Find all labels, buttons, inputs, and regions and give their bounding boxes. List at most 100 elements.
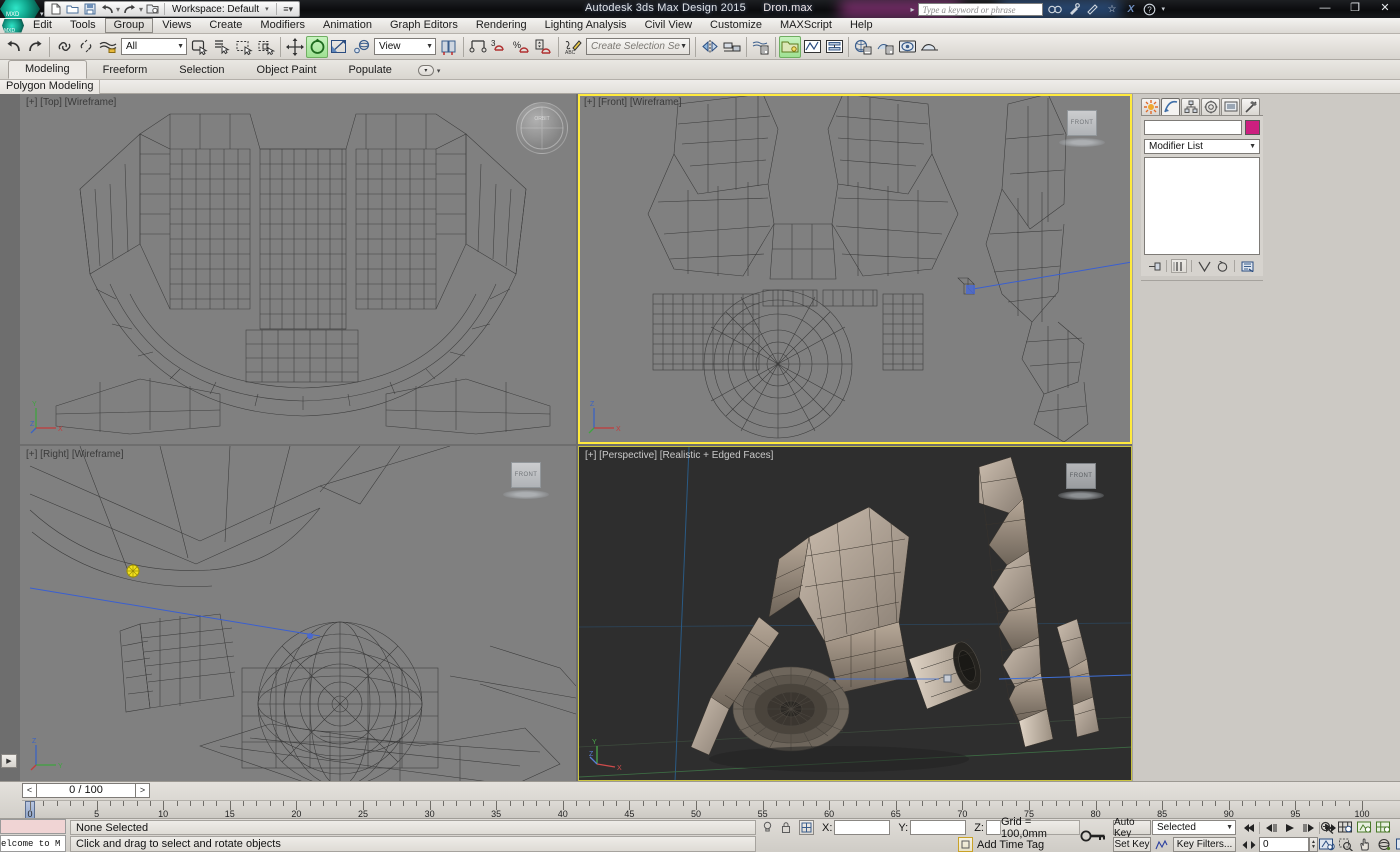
maximize-viewport-toggle-icon[interactable]	[1394, 837, 1400, 852]
search-icon[interactable]	[1047, 2, 1062, 16]
customize-qat-icon[interactable]: ≡▾	[281, 2, 296, 16]
undo-button[interactable]	[2, 36, 24, 58]
expand-left-panel-button[interactable]: ▶	[1, 754, 17, 768]
select-by-name-button[interactable]	[211, 36, 233, 58]
workspace-selector[interactable]: Workspace: Default ▾	[169, 2, 272, 16]
viewcube-perspective-face-label[interactable]: FRONT	[1066, 463, 1096, 489]
modifier-list-dropdown[interactable]: Modifier List ▼	[1144, 139, 1260, 154]
menu-item-maxscript[interactable]: MAXScript	[771, 18, 841, 33]
save-icon[interactable]	[82, 2, 97, 16]
show-end-result-icon[interactable]	[1171, 259, 1187, 273]
curve-editor-button[interactable]	[801, 36, 823, 58]
unlink-selection-button[interactable]	[75, 36, 97, 58]
zoom-icon[interactable]	[1318, 820, 1335, 835]
key-filters-button[interactable]: Key Filters...	[1173, 837, 1236, 852]
auto-key-button[interactable]: Auto Key	[1113, 820, 1151, 835]
create-tab[interactable]	[1141, 98, 1160, 115]
maxscript-output-line[interactable]: elcome to M	[0, 835, 66, 852]
set-key-filters-toggle-icon[interactable]	[1153, 837, 1169, 852]
communication-center-icon[interactable]	[1085, 2, 1100, 16]
hierarchy-tab[interactable]	[1181, 98, 1200, 115]
selected-helper-gizmo-icon[interactable]	[125, 563, 141, 579]
motion-tab[interactable]	[1201, 98, 1220, 115]
close-button[interactable]: ✕	[1374, 1, 1396, 14]
redo-button[interactable]	[24, 36, 46, 58]
modify-tab[interactable]	[1161, 98, 1180, 115]
select-and-manipulate-button[interactable]	[438, 36, 460, 58]
menu-item-views[interactable]: Views	[153, 18, 200, 33]
render-setup-button[interactable]	[874, 36, 896, 58]
menu-item-lighting-analysis[interactable]: Lighting Analysis	[536, 18, 636, 33]
key-mode-selection-combo[interactable]: Selected ▼	[1152, 820, 1236, 835]
isolate-selection-icon[interactable]	[762, 821, 773, 834]
current-frame-display[interactable]: 0 / 100	[37, 784, 135, 797]
x-coord-input[interactable]	[834, 820, 890, 835]
redo-dropdown-icon[interactable]: ▾	[139, 5, 143, 14]
help-chevron-down-icon[interactable]: ▾	[1161, 5, 1165, 13]
viewport-right[interactable]: [+] [Right] [Wireframe]	[20, 446, 576, 781]
snaps-toggle-button[interactable]	[467, 36, 489, 58]
align-button[interactable]	[721, 36, 743, 58]
absolute-relative-transform-toggle-icon[interactable]	[799, 820, 814, 835]
pan-view-icon[interactable]	[1356, 837, 1373, 852]
reference-coordinate-system-combo[interactable]: View ▼	[374, 38, 436, 55]
current-frame-input[interactable]: 0	[1259, 837, 1309, 852]
named-selection-chevron-down-icon[interactable]: ▼	[680, 43, 687, 50]
key-mode-toggle-icon[interactable]	[1078, 820, 1108, 852]
layer-explorer-button[interactable]	[779, 36, 801, 58]
ribbon-tab-populate[interactable]: Populate	[332, 62, 407, 79]
previous-frame-icon[interactable]	[1262, 820, 1279, 835]
viewcube-perspective[interactable]: FRONT	[1057, 463, 1105, 505]
subscription-icon[interactable]	[1066, 2, 1081, 16]
bind-to-space-warp-button[interactable]	[97, 36, 119, 58]
select-and-move-button[interactable]	[284, 36, 306, 58]
viewcube-compass-ring[interactable]	[1059, 138, 1105, 147]
viewcube-face-label[interactable]: FRONT	[1067, 110, 1097, 136]
menu-item-rendering[interactable]: Rendering	[467, 18, 536, 33]
named-selection-set-combo[interactable]: Create Selection Se ▼	[586, 38, 690, 55]
object-name-field[interactable]	[1144, 120, 1242, 135]
zoom-extents-all-icon[interactable]	[1375, 820, 1392, 835]
display-tab[interactable]	[1221, 98, 1240, 115]
frame-navigator[interactable]: < 0 / 100 >	[22, 783, 150, 798]
ribbon-minimize-button[interactable]: ▾	[418, 65, 434, 76]
selection-filter-combo[interactable]: All ▼	[121, 38, 187, 55]
utilities-tab[interactable]	[1241, 98, 1260, 115]
modifier-list-chevron-down-icon[interactable]: ▼	[1249, 143, 1256, 150]
search-input[interactable]: Type a keyword or phrase	[918, 3, 1043, 16]
ribbon-tab-freeform[interactable]: Freeform	[87, 62, 164, 79]
previous-frame-button[interactable]: <	[23, 784, 37, 797]
set-key-button[interactable]: Set Key	[1113, 837, 1151, 852]
viewport-front[interactable]: [+] [Front] [Wireframe]	[578, 94, 1132, 444]
menu-item-animation[interactable]: Animation	[314, 18, 381, 33]
coordinate-system-chevron-down-icon[interactable]: ▼	[426, 43, 433, 50]
viewcube-perspective-compass-ring[interactable]	[1058, 491, 1104, 500]
orbit-icon[interactable]	[1375, 837, 1392, 852]
viewcube-right[interactable]: FRONT	[502, 462, 550, 504]
viewcube-right-compass-ring[interactable]	[503, 490, 549, 499]
remove-modifier-icon[interactable]	[1214, 259, 1230, 273]
next-frame-icon[interactable]	[1300, 820, 1317, 835]
select-and-rotate-button[interactable]	[306, 36, 328, 58]
next-frame-button[interactable]: >	[135, 784, 149, 797]
render-production-button[interactable]	[918, 36, 940, 58]
spinner-snap-toggle-button[interactable]	[533, 36, 555, 58]
ribbon-panel-polygon-modeling[interactable]: Polygon Modeling	[0, 80, 100, 94]
zoom-extents-icon[interactable]	[1356, 820, 1373, 835]
selection-lock-icon[interactable]	[781, 821, 791, 834]
steering-wheel-icon[interactable]: ORBIT	[516, 102, 568, 154]
redo-icon[interactable]	[122, 2, 137, 16]
modifier-stack-list[interactable]	[1144, 157, 1260, 255]
undo-icon[interactable]	[99, 2, 114, 16]
menu-item-modifiers[interactable]: Modifiers	[251, 18, 314, 33]
play-animation-icon[interactable]	[1281, 820, 1298, 835]
exchange-icon[interactable]: X	[1123, 2, 1138, 16]
viewport-top-label[interactable]: [+] [Top] [Wireframe]	[26, 97, 116, 108]
menu-item-graph-editors[interactable]: Graph Editors	[381, 18, 467, 33]
material-editor-button[interactable]	[852, 36, 874, 58]
viewport-perspective-label[interactable]: [+] [Perspective] [Realistic + Edged Fac…	[585, 450, 773, 461]
workspace-chevron-down-icon[interactable]: ▾	[265, 5, 269, 13]
window-crossing-toggle-button[interactable]	[255, 36, 277, 58]
timeline-ruler[interactable]: 0510152025303540455055606570758085909510…	[22, 800, 1400, 819]
zoom-all-icon[interactable]	[1337, 820, 1354, 835]
